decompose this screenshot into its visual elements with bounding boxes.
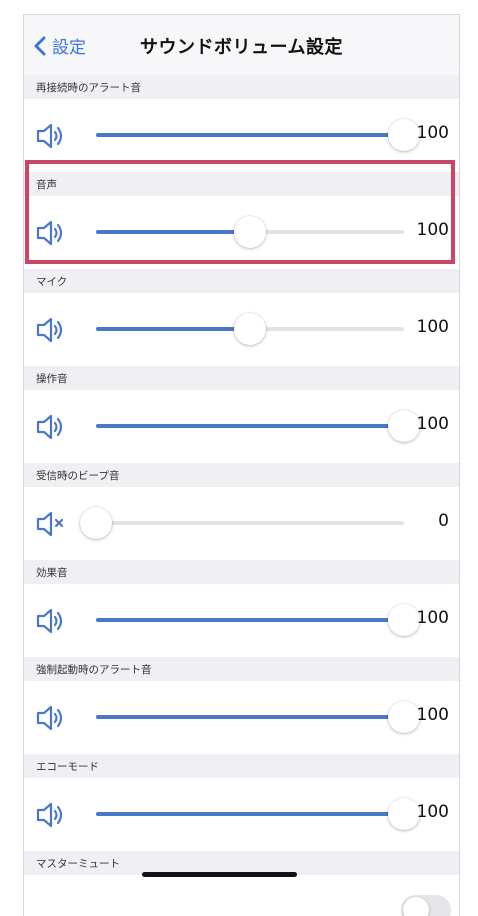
section-header: エコーモード (24, 754, 459, 778)
slider-fill (96, 424, 404, 428)
volume-row: 100 (24, 584, 459, 657)
volume-value: 100 (416, 220, 449, 240)
volume-slider[interactable] (96, 798, 420, 830)
volume-value: 100 (416, 802, 449, 822)
slider-fill (96, 618, 404, 622)
volume-value: 100 (416, 414, 449, 434)
speaker-muted-icon (36, 511, 64, 537)
speaker-icon (36, 317, 63, 343)
volume-slider[interactable] (96, 410, 420, 442)
volume-row: 100 (24, 99, 459, 172)
screen: 設定 サウンドボリューム設定 再接続時のアラート音 100 音声 100 マイク 100 操… (23, 14, 460, 916)
volume-slider[interactable] (96, 216, 404, 248)
section-header: 再接続時のアラート音 (24, 75, 459, 99)
speaker-icon-wrapper (35, 607, 69, 635)
master-mute-row (24, 875, 459, 916)
section-header: 受信時のビープ音 (24, 463, 459, 487)
master-mute-toggle[interactable] (401, 895, 451, 916)
speaker-icon-wrapper (35, 316, 69, 344)
speaker-icon-wrapper (35, 122, 69, 150)
volume-row: 0 (24, 487, 459, 560)
slider-fill (96, 812, 404, 816)
volume-row: 100 (24, 293, 459, 366)
volume-slider[interactable] (96, 313, 404, 345)
slider-thumb[interactable] (234, 216, 266, 248)
speaker-icon-wrapper (35, 219, 69, 247)
speaker-icon (36, 123, 63, 149)
slider-fill (96, 133, 404, 137)
speaker-icon (36, 608, 63, 634)
slider-fill (96, 230, 250, 234)
speaker-icon-wrapper (35, 801, 69, 829)
settings-list: 再接続時のアラート音 100 音声 100 マイク 100 操作音 100 受信時のビープ音 0 効… (24, 75, 459, 916)
section-header: 操作音 (24, 366, 459, 390)
section-header: 強制起動時のアラート音 (24, 657, 459, 681)
section-header: マイク (24, 269, 459, 293)
volume-slider[interactable] (96, 604, 420, 636)
speaker-icon (36, 220, 63, 246)
volume-slider[interactable] (96, 701, 420, 733)
volume-value: 100 (416, 705, 449, 725)
volume-slider[interactable] (96, 119, 420, 151)
toggle-knob (403, 897, 429, 916)
volume-row: 100 (24, 196, 459, 269)
speaker-icon (36, 802, 63, 828)
navigation-bar: 設定 サウンドボリューム設定 (24, 15, 459, 75)
volume-row: 100 (24, 390, 459, 463)
speaker-muted-icon-wrapper (35, 510, 69, 538)
slider-fill (96, 715, 404, 719)
speaker-icon-wrapper (35, 704, 69, 732)
slider-fill (96, 327, 250, 331)
volume-row: 100 (24, 778, 459, 851)
slider-thumb[interactable] (80, 507, 112, 539)
speaker-icon (36, 705, 63, 731)
volume-value: 100 (416, 608, 449, 628)
speaker-icon-wrapper (35, 413, 69, 441)
page-title: サウンドボリューム設定 (140, 37, 343, 58)
volume-value: 100 (416, 317, 449, 337)
volume-value: 100 (416, 123, 449, 143)
home-indicator (142, 872, 297, 877)
volume-slider[interactable] (80, 507, 404, 539)
section-header: 音声 (24, 172, 459, 196)
slider-thumb[interactable] (234, 313, 266, 345)
section-header: 効果音 (24, 560, 459, 584)
volume-value: 0 (438, 511, 449, 531)
volume-row: 100 (24, 681, 459, 754)
speaker-icon (36, 414, 63, 440)
